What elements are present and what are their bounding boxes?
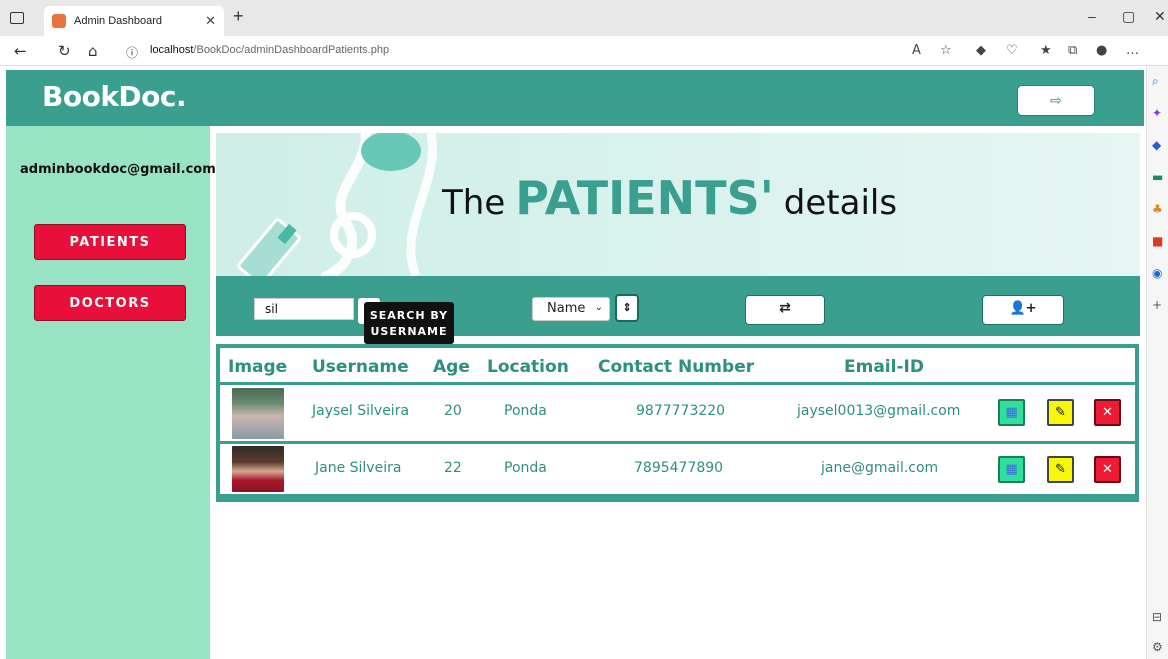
cell-location: Ponda [504,403,547,419]
sidebar: adminbookdoc@gmail.com PATIENTS DOCTORS [6,126,216,659]
column-header-image: Image [228,357,288,377]
edit-button[interactable]: ✎ [1047,456,1074,483]
browser-edge-sidebar: ⌕ ✦ ◆ ▬ ♣ ■ ◉ + ⊟ ⚙ [1146,66,1168,659]
back-icon[interactable]: ← [14,42,27,60]
search-icon[interactable]: ⌕ [1152,74,1159,89]
edit-button[interactable]: ✎ [1047,399,1074,426]
refresh-icon[interactable]: ↻ [58,42,71,60]
delete-button[interactable]: ✕ [1094,456,1121,483]
address-bar: ← ↻ ⌂ ⓘ localhost/BookDoc/adminDashboard… [0,36,1168,66]
chevron-down-icon: ⌄ [594,302,603,313]
sort-selected-value: Name [547,301,586,316]
avatar [232,446,284,492]
url-host: localhost [150,44,194,56]
tab-actions-icon[interactable] [10,12,24,24]
restore-icon[interactable]: ▢ [1122,8,1135,25]
favorites-icon[interactable]: ★ [1040,43,1052,58]
sort-order-button[interactable]: ⇕ [615,294,639,322]
app-header: BookDoc. ⇨ [6,70,1144,126]
url-path: /BookDoc/adminDashboardPatients.php [193,44,390,56]
browser-essentials-icon[interactable]: ♡ [1006,43,1018,58]
tooltip-line-2: USERNAME [370,325,448,338]
cell-email: jane@gmail.com [821,460,939,476]
sign-out-icon: ⇨ [1050,92,1062,109]
filter-toolbar: sil SEARCH BY USERNAME Name ⌄ ⇕ ⇄ 👤+ [216,276,1140,344]
browser-tab-title: Admin Dashboard [74,15,163,27]
new-tab-icon[interactable]: + [233,6,244,27]
table-body: Image Username Age Location Contact Numb… [220,348,1135,494]
sidebar-settings-icon[interactable]: ⚙ [1152,640,1163,654]
profile-icon[interactable]: ● [1096,43,1107,58]
page-banner: The PATIENTS' details [216,133,1140,276]
cell-username: Jane Silveira [315,460,402,476]
shopping-icon[interactable]: ◆ [1152,138,1161,152]
favorite-star-icon[interactable]: ☆ [940,43,952,58]
cell-contact: 7895477890 [634,460,724,476]
patients-table: Image Username Age Location Contact Numb… [216,344,1139,502]
tools-icon[interactable]: ▬ [1152,170,1163,184]
browser-tab[interactable]: Admin Dashboard ✕ [44,6,224,36]
table-row: Jane Silveira 22 Ponda 7895477890 jane@g… [220,444,1135,494]
logout-button[interactable]: ⇨ [1017,85,1095,116]
read-aloud-icon[interactable]: A [912,43,921,58]
hide-sidebar-icon[interactable]: ⊟ [1152,610,1162,624]
sidebar-item-patients[interactable]: PATIENTS [34,224,186,260]
cell-email: jaysel0013@gmail.com [797,403,961,419]
table-row: Jaysel Silveira 20 Ponda 9877773220 jays… [220,385,1135,441]
pencil-icon: ✎ [1055,405,1066,420]
admin-email: adminbookdoc@gmail.com [20,162,216,177]
cell-username: Jaysel Silveira [312,403,410,419]
add-sidebar-app-icon[interactable]: + [1152,298,1162,312]
favicon-icon [52,14,66,28]
copilot-icon[interactable]: ✦ [1152,106,1162,120]
title-highlight: PATIENTS' [515,171,774,225]
home-icon[interactable]: ⌂ [88,42,98,60]
search-tooltip: SEARCH BY USERNAME [364,302,454,344]
browser-tab-bar: Admin Dashboard ✕ + – ▢ ✕ [0,0,1168,36]
cell-age: 20 [444,403,462,419]
pencil-icon: ✎ [1055,462,1066,477]
sort-by-select[interactable]: Name ⌄ [532,297,610,321]
reset-filter-button[interactable]: ⇄ [745,295,825,325]
exchange-icon: ⇄ [779,300,791,316]
delete-button[interactable]: ✕ [1094,399,1121,426]
info-icon[interactable]: ⓘ [126,44,138,61]
avatar [232,388,284,439]
outlook-icon[interactable]: ◉ [1152,266,1162,280]
close-tab-icon[interactable]: ✕ [205,13,216,29]
calendar-icon: ▦ [1005,405,1018,420]
column-header-age: Age [433,357,470,377]
column-header-location: Location [487,357,569,377]
column-header-username: Username [312,357,409,377]
calendar-icon: ▦ [1005,462,1018,477]
sort-icon: ⇕ [622,301,632,314]
appointments-button[interactable]: ▦ [998,456,1025,483]
user-plus-icon: 👤+ [1009,301,1037,316]
column-header-contact: Contact Number [598,357,755,377]
cell-location: Ponda [504,460,547,476]
minimize-icon[interactable]: – [1088,8,1096,24]
cell-contact: 9877773220 [636,403,726,419]
sidebar-item-doctors[interactable]: DOCTORS [34,285,186,321]
close-icon: ✕ [1102,405,1113,420]
page-title: The PATIENTS' details [442,171,897,225]
appointments-button[interactable]: ▦ [998,399,1025,426]
more-menu-icon[interactable]: … [1126,43,1139,58]
cell-age: 22 [444,460,462,476]
close-window-icon[interactable]: ✕ [1154,8,1166,25]
add-patient-button[interactable]: 👤+ [982,295,1064,325]
title-suffix: details [783,183,898,223]
close-icon: ✕ [1102,462,1113,477]
office-icon[interactable]: ■ [1152,234,1163,248]
tooltip-line-1: SEARCH BY [369,309,449,322]
search-input[interactable]: sil [254,298,354,320]
games-icon[interactable]: ♣ [1152,202,1163,216]
brand-logo[interactable]: BookDoc. [42,80,187,113]
extension-icon[interactable]: ◆ [976,43,986,58]
column-header-email: Email-ID [844,357,924,377]
title-prefix: The [442,183,506,223]
collections-icon[interactable]: ⧉ [1068,43,1077,58]
url-field[interactable]: localhost/BookDoc/adminDashboardPatients… [150,44,389,56]
